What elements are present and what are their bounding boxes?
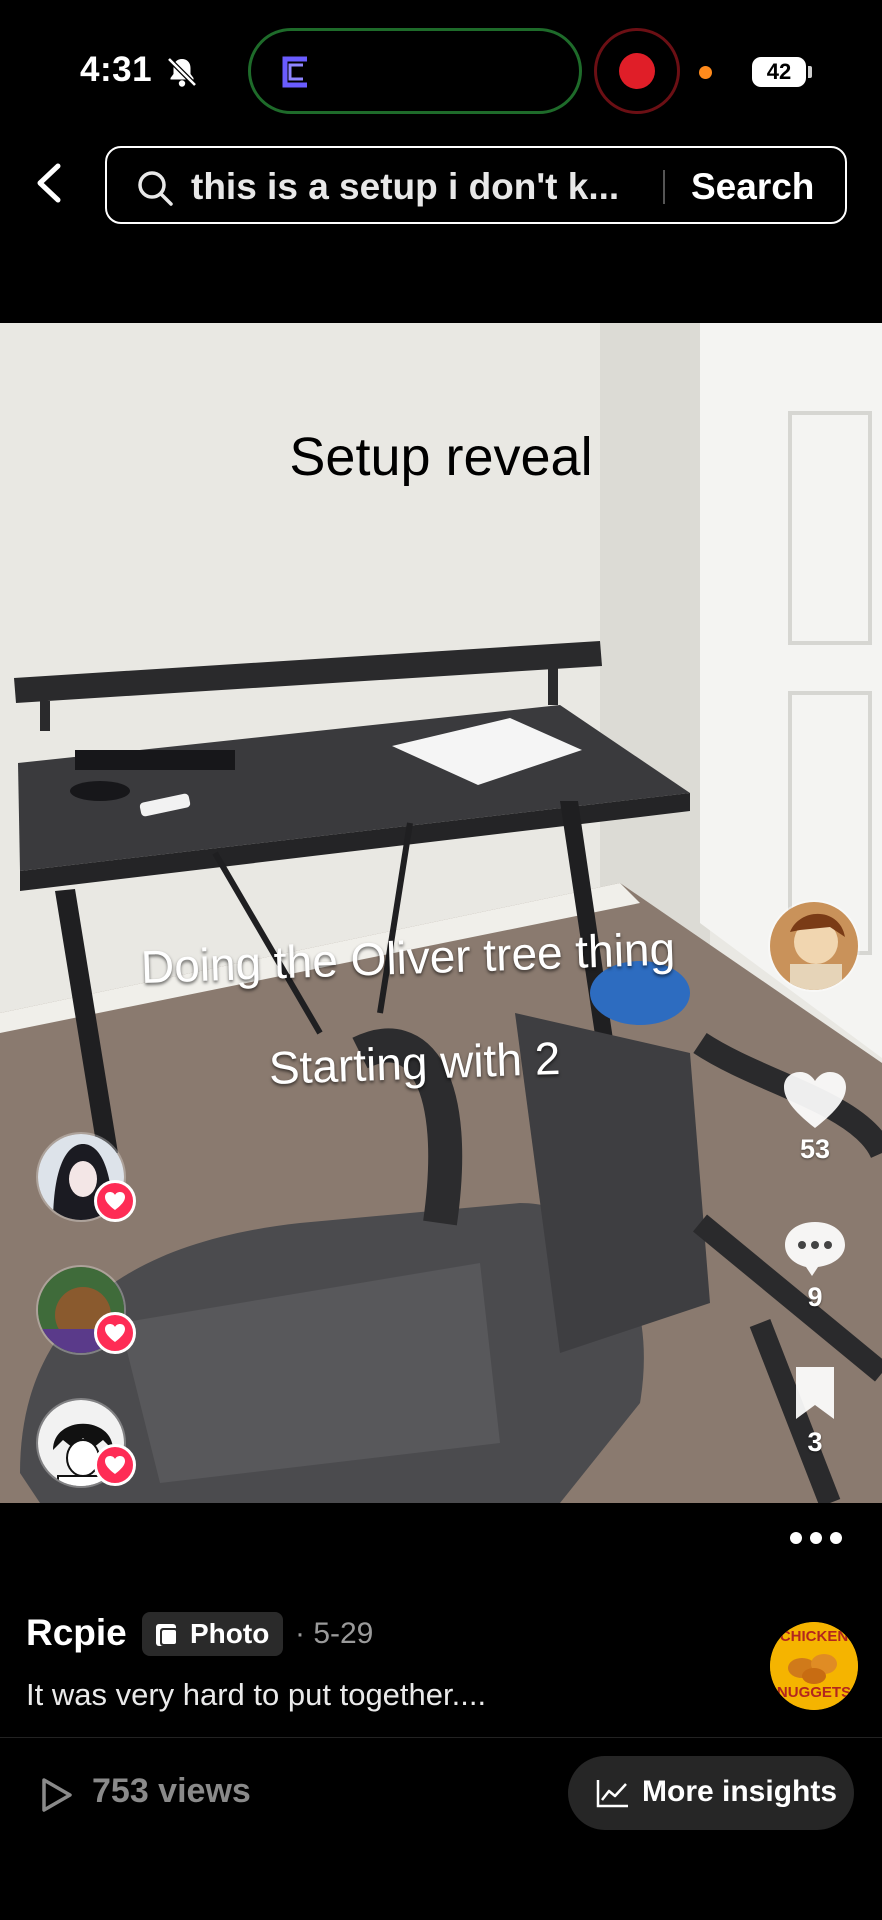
app-icon [282, 56, 307, 88]
comment-count: 9 [807, 1282, 823, 1312]
comment-icon [785, 1222, 845, 1276]
heart-icon [784, 1072, 846, 1128]
search-icon [138, 171, 173, 206]
search-divider [663, 170, 665, 204]
music-label-top: CHICKEN [779, 1628, 849, 1645]
music-label-bottom: NUGGETS [776, 1684, 852, 1701]
record-icon [619, 53, 655, 89]
footer-divider [0, 1737, 882, 1738]
liker-heart-badge-1 [94, 1180, 136, 1222]
post-date: · 5-29 [295, 1617, 374, 1650]
save-count: 3 [807, 1427, 823, 1457]
heart-icon [105, 1456, 125, 1474]
dynamic-island[interactable] [248, 28, 582, 114]
heart-icon [105, 1192, 125, 1210]
heart-icon [105, 1324, 125, 1342]
play-icon [42, 1778, 72, 1812]
status-bar: 4:31 42 [0, 0, 882, 140]
author-name[interactable]: Rcpie [26, 1612, 127, 1654]
more-options-icon[interactable] [788, 1522, 844, 1554]
music-disc[interactable]: CHICKEN NUGGETS [770, 1622, 858, 1710]
like-button[interactable]: 53 [775, 1070, 855, 1165]
record-indicator[interactable] [594, 28, 680, 114]
search-button[interactable]: Search [691, 166, 814, 208]
chart-line-icon [596, 1780, 628, 1808]
like-count: 53 [799, 1134, 831, 1164]
post-description[interactable]: It was very hard to put together.... [26, 1677, 486, 1713]
liker-heart-badge-2 [94, 1312, 136, 1354]
photo-title-text: Setup reveal [289, 427, 593, 487]
photo-badge-label: Photo [190, 1618, 270, 1649]
search-input[interactable]: this is a setup i don't k... [191, 166, 619, 208]
photo-badge: Photo [142, 1612, 284, 1656]
creator-avatar-image [770, 902, 858, 990]
more-insights-label: More insights [642, 1775, 838, 1808]
status-time: 4:31 [80, 50, 153, 89]
chevron-left-icon[interactable] [30, 160, 70, 206]
views-count: 753 views [92, 1772, 251, 1810]
battery-icon: 42 [752, 57, 812, 87]
creator-avatar[interactable] [768, 900, 860, 992]
bell-off-icon [167, 57, 197, 87]
photo-icon [156, 1624, 178, 1646]
liker-heart-badge-3 [94, 1444, 136, 1486]
bookmark-icon [796, 1367, 834, 1419]
more-insights-button[interactable]: More insights [568, 1756, 854, 1830]
privacy-dot-icon [699, 66, 712, 79]
photo-caption-2: Starting with 2 [268, 1031, 562, 1094]
search-bar[interactable]: this is a setup i don't k... Search [105, 146, 847, 224]
comment-button[interactable]: 9 [775, 1218, 855, 1313]
save-button[interactable]: 3 [775, 1363, 855, 1458]
